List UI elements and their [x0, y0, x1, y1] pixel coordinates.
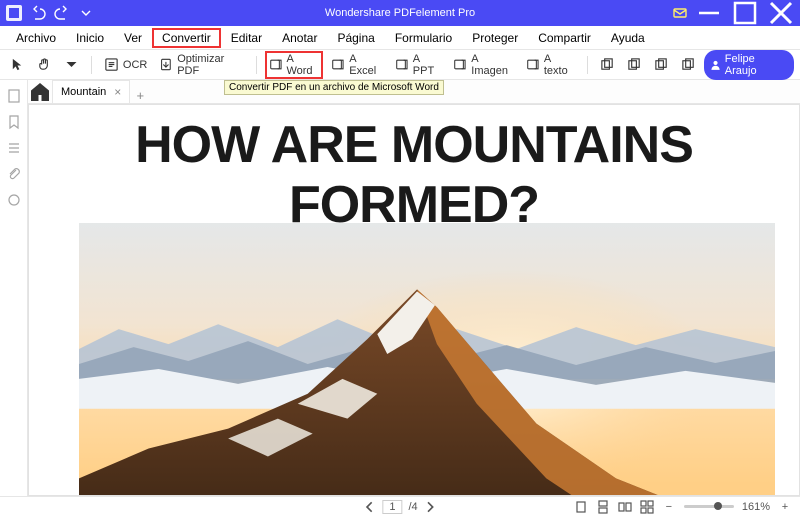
- page-title: HOW ARE MOUNTAINS FORMED?: [29, 105, 799, 235]
- menu-ver[interactable]: Ver: [114, 28, 152, 48]
- thumbnail-icon[interactable]: [6, 88, 22, 104]
- page-current[interactable]: 1: [382, 500, 402, 514]
- maximize-button[interactable]: [730, 2, 760, 24]
- a-ppt-button[interactable]: A PPT: [391, 51, 445, 79]
- document-tab[interactable]: Mountain ×: [52, 80, 130, 103]
- sidebar: [0, 80, 28, 496]
- batch-1-button[interactable]: [596, 55, 619, 74]
- optimizar-label: Optimizar PDF: [177, 53, 244, 77]
- ocr-label: OCR: [123, 59, 147, 71]
- attachment-icon[interactable]: [6, 166, 22, 182]
- prev-page-button[interactable]: [362, 500, 376, 514]
- minimize-button[interactable]: [694, 2, 724, 24]
- toolbar-separator: [587, 56, 588, 74]
- statusbar: 1 /4 − 161% +: [0, 496, 800, 516]
- batch-4-button[interactable]: [677, 55, 700, 74]
- outline-icon[interactable]: [6, 140, 22, 156]
- next-page-button[interactable]: [424, 500, 438, 514]
- page-total: /4: [408, 501, 417, 513]
- a-imagen-button[interactable]: A Imagen: [449, 51, 518, 79]
- a-word-label: A Word: [286, 53, 319, 77]
- ocr-button[interactable]: OCR: [100, 55, 151, 74]
- menu-anotar[interactable]: Anotar: [272, 28, 327, 48]
- app-logo-icon: [6, 5, 22, 21]
- menu-proteger[interactable]: Proteger: [462, 28, 528, 48]
- view-cont-icon[interactable]: [596, 500, 610, 514]
- document-area: Mountain × + HOW ARE MOUNTAINS FORMED?: [28, 80, 800, 496]
- a-excel-button[interactable]: A Excel: [327, 51, 387, 79]
- new-tab-button[interactable]: +: [130, 88, 150, 103]
- document-tab-label: Mountain: [61, 86, 106, 98]
- comment-icon[interactable]: [6, 192, 22, 208]
- menu-ayuda[interactable]: Ayuda: [601, 28, 655, 48]
- app-title: Wondershare PDFelement Pro: [325, 7, 475, 19]
- mail-icon[interactable]: [672, 5, 688, 21]
- user-name: Felipe Araujo: [725, 53, 784, 77]
- menu-inicio[interactable]: Inicio: [66, 28, 114, 48]
- chevron-down-icon[interactable]: [78, 5, 94, 21]
- user-account-button[interactable]: Felipe Araujo: [704, 50, 794, 80]
- page: HOW ARE MOUNTAINS FORMED?: [28, 104, 800, 496]
- titlebar: Wondershare PDFelement Pro: [0, 0, 800, 26]
- menu-compartir[interactable]: Compartir: [528, 28, 601, 48]
- tooltip: Convertir PDF en un archivo de Microsoft…: [224, 80, 444, 95]
- menu-formulario[interactable]: Formulario: [385, 28, 462, 48]
- a-excel-label: A Excel: [349, 53, 383, 77]
- zoom-in-button[interactable]: +: [778, 500, 792, 514]
- close-button[interactable]: [766, 2, 796, 24]
- home-tab[interactable]: [28, 81, 52, 103]
- zoom-slider[interactable]: [684, 505, 734, 508]
- dropdown-tool[interactable]: [60, 55, 83, 74]
- cursor-tool[interactable]: [6, 55, 29, 74]
- undo-icon[interactable]: [30, 5, 46, 21]
- a-imagen-label: A Imagen: [471, 53, 514, 77]
- a-texto-button[interactable]: A texto: [522, 51, 579, 79]
- toolbar: OCR Optimizar PDF A Word A Excel A PPT A…: [0, 50, 800, 80]
- zoom-value: 161%: [742, 501, 770, 513]
- redo-icon[interactable]: [54, 5, 70, 21]
- a-word-button[interactable]: A Word: [265, 51, 324, 79]
- view-twocont-icon[interactable]: [640, 500, 654, 514]
- optimizar-button[interactable]: Optimizar PDF: [155, 51, 247, 79]
- view-two-icon[interactable]: [618, 500, 632, 514]
- batch-2-button[interactable]: [623, 55, 646, 74]
- a-ppt-label: A PPT: [413, 53, 442, 77]
- zoom-out-button[interactable]: −: [662, 500, 676, 514]
- page-image: [79, 223, 775, 495]
- menu-convertir[interactable]: Convertir: [152, 28, 221, 48]
- batch-3-button[interactable]: [650, 55, 673, 74]
- a-texto-label: A texto: [544, 53, 575, 77]
- toolbar-separator: [256, 56, 257, 74]
- hand-tool[interactable]: [33, 55, 56, 74]
- bookmark-icon[interactable]: [6, 114, 22, 130]
- menu-pagina[interactable]: Página: [327, 28, 384, 48]
- menu-editar[interactable]: Editar: [221, 28, 272, 48]
- menubar: Archivo Inicio Ver Convertir Editar Anot…: [0, 26, 800, 50]
- toolbar-separator: [91, 56, 92, 74]
- view-single-icon[interactable]: [574, 500, 588, 514]
- close-tab-icon[interactable]: ×: [114, 85, 121, 99]
- menu-archivo[interactable]: Archivo: [6, 28, 66, 48]
